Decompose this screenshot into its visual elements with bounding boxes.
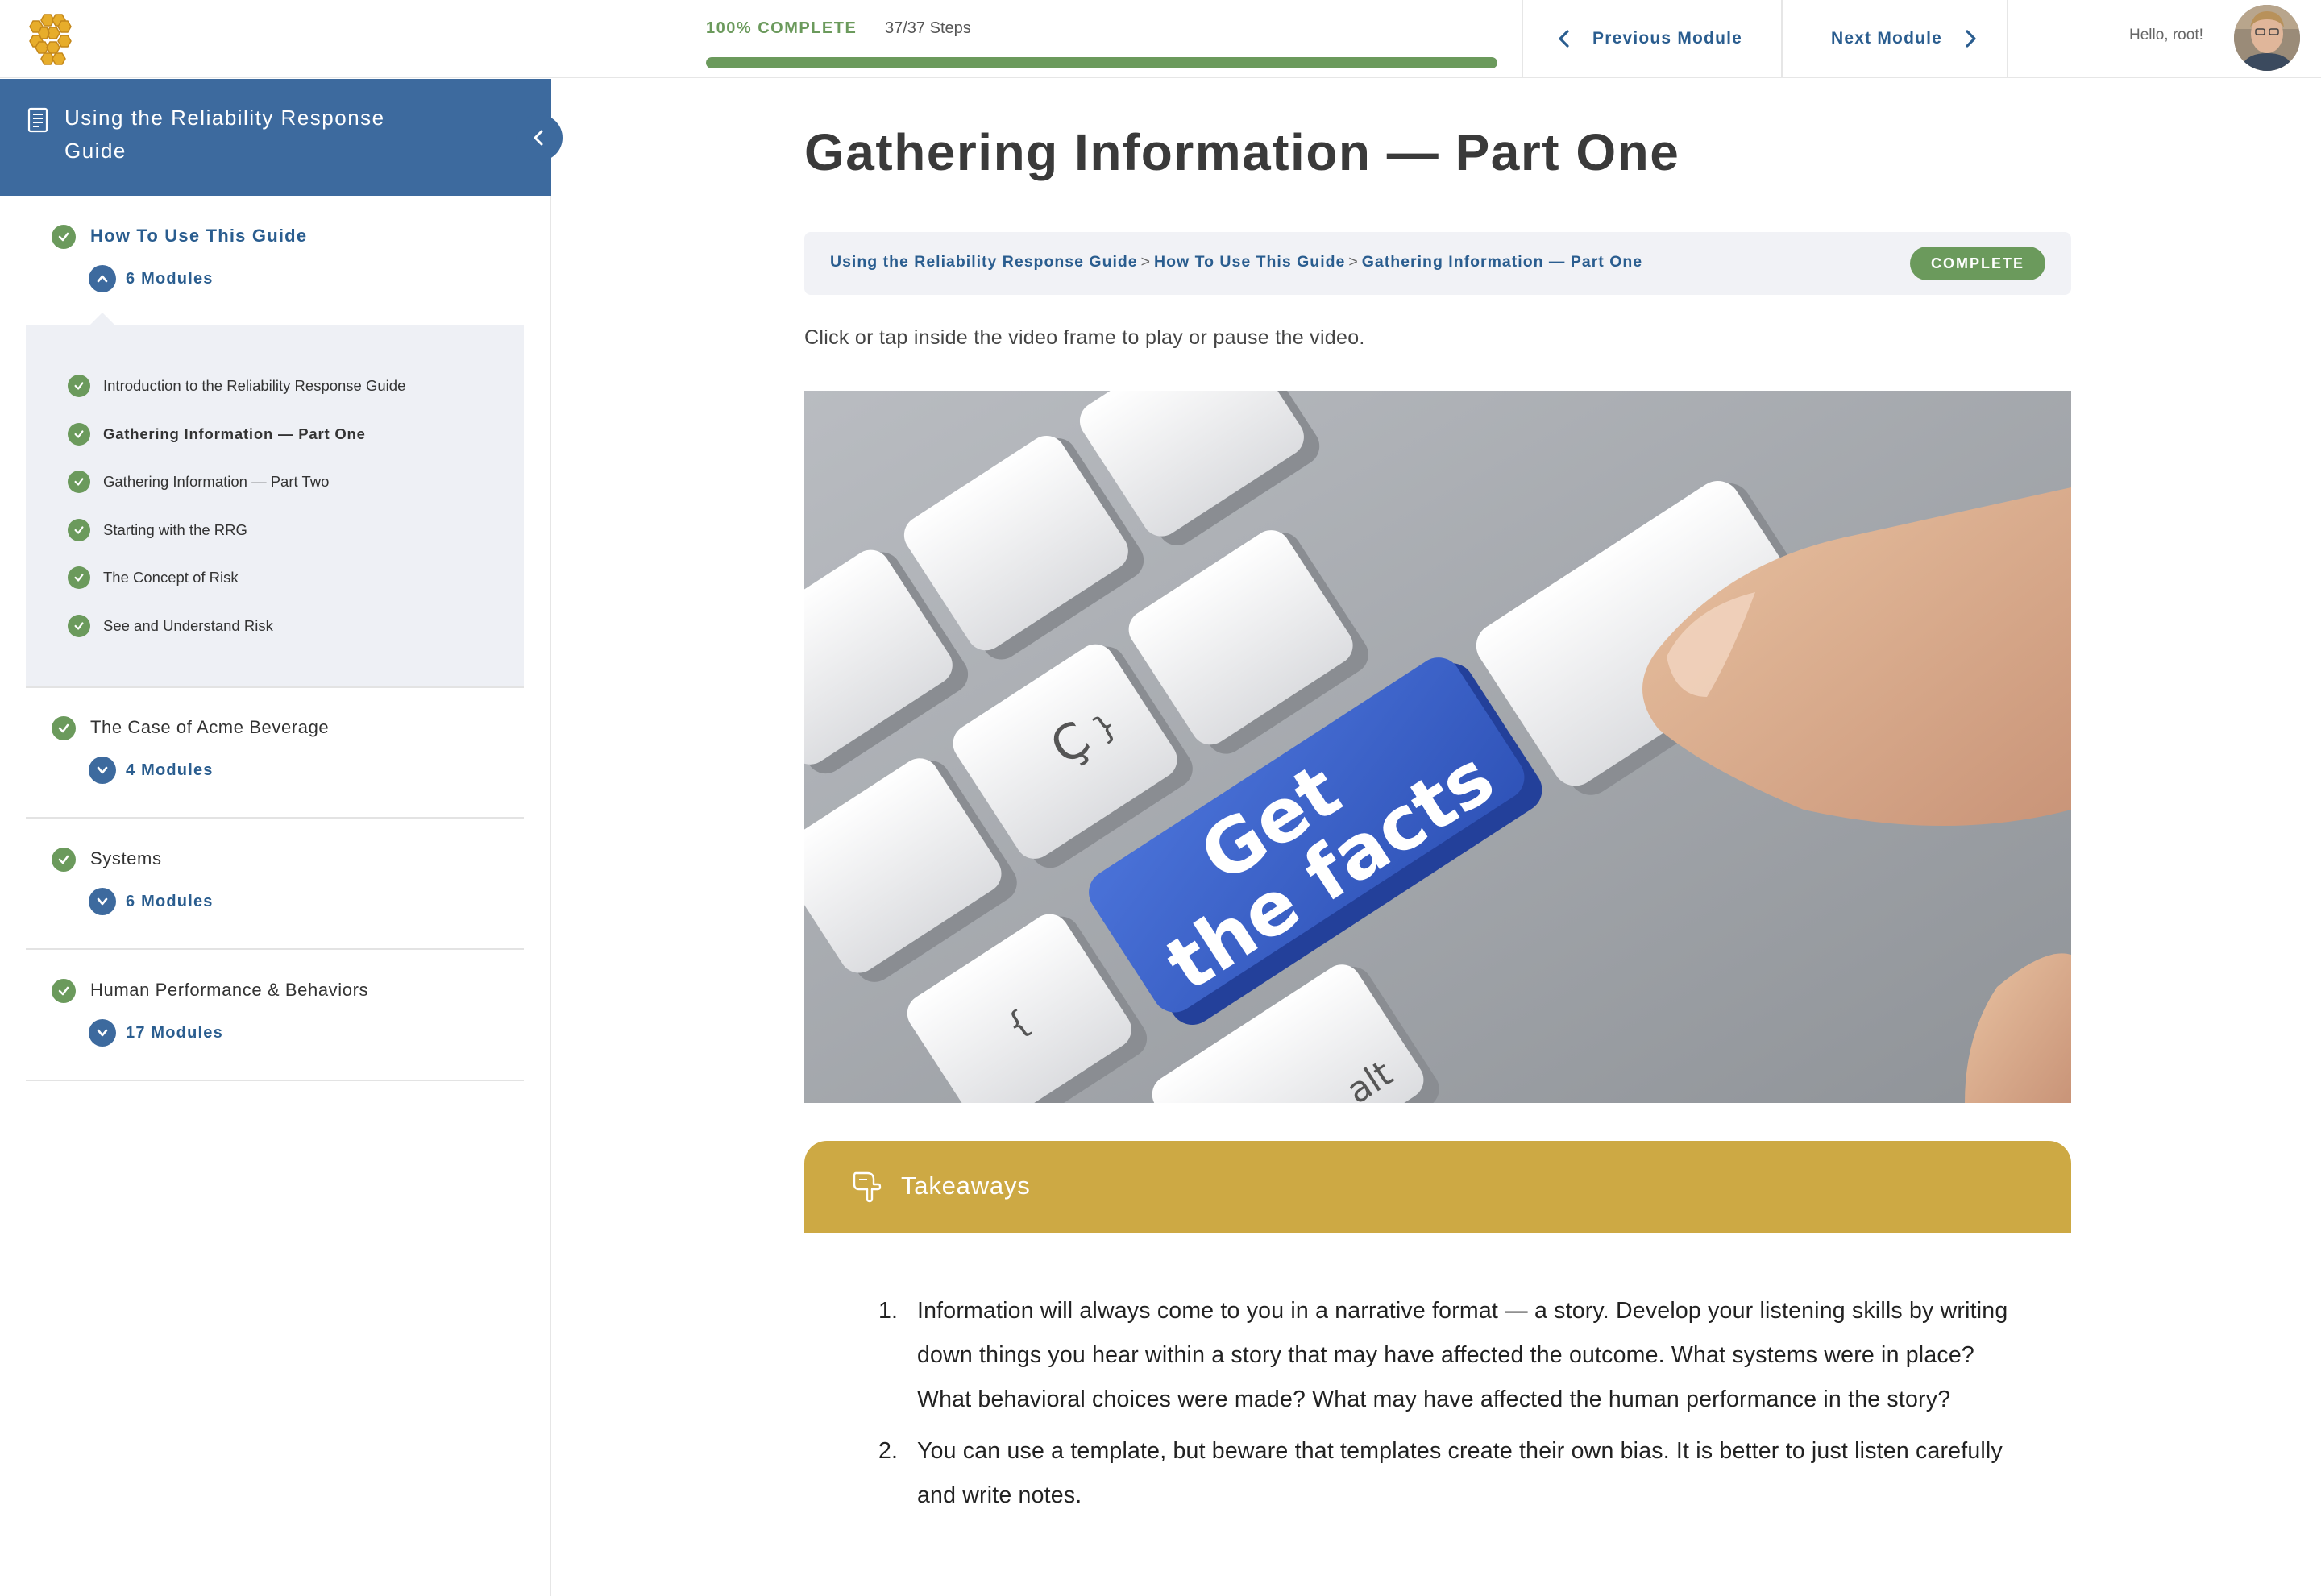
topic-item[interactable]: See and Understand Risk [68, 614, 273, 638]
course-sidebar: Using the Reliability Response Guide How… [0, 79, 563, 1596]
course-title: Using the Reliability Response Guide [64, 106, 385, 163]
progress-bar-fill [706, 57, 1497, 68]
topic-complete-check-icon [68, 375, 90, 397]
document-icon [27, 107, 48, 133]
topic-label: Gathering Information — Part Two [103, 473, 330, 490]
video-thumbnail-keyboard: Ç } { Get the facts alt ctrl [804, 391, 2071, 1103]
lesson-complete-check-icon [52, 848, 76, 872]
lesson-divider [26, 817, 524, 819]
breadcrumb: Using the Reliability Response Guide > How… [830, 253, 1642, 272]
chevron-down-icon [89, 757, 116, 784]
lesson-modules-toggle[interactable]: 17 Modules [89, 1019, 223, 1047]
topic-complete-check-icon [68, 423, 90, 446]
topic-complete-check-icon [68, 519, 90, 541]
divider [2007, 0, 2008, 77]
topic-complete-check-icon [68, 471, 90, 493]
course-header[interactable]: Using the Reliability Response Guide [0, 79, 551, 196]
avatar-photo-icon [2234, 5, 2300, 71]
previous-module-button[interactable]: Previous Module [1522, 0, 1781, 77]
topic-label: See and Understand Risk [103, 617, 273, 634]
topic-item[interactable]: Starting with the RRG [68, 518, 247, 542]
lesson-modules-toggle[interactable]: 6 Modules [89, 265, 214, 292]
topic-label: Gathering Information — Part One [103, 425, 366, 442]
lesson-complete-check-icon [52, 979, 76, 1003]
progress-bar [706, 57, 1497, 68]
lesson-complete-check-icon [52, 225, 76, 249]
lesson-divider [26, 686, 524, 688]
lesson-modules-toggle[interactable]: 6 Modules [89, 888, 214, 915]
topic-label: The Concept of Risk [103, 569, 239, 586]
status-badge: COMPLETE [1910, 247, 2045, 280]
next-module-label: Next Module [1831, 29, 1943, 48]
lesson-title-human-performance[interactable]: Human Performance & Behaviors [90, 980, 368, 1001]
collapse-sidebar-button[interactable] [516, 114, 563, 161]
list-item: 2. You can use a template, but beware th… [878, 1429, 2023, 1518]
lesson-title-how-to-use[interactable]: How To Use This Guide [90, 226, 307, 247]
user-greeting: Hello, root! [2129, 27, 2203, 44]
topic-label: Starting with the RRG [103, 521, 247, 538]
top-bar: 100% COMPLETE 37/37 Steps Previous Modul… [0, 0, 2321, 78]
breadcrumb-bar: Using the Reliability Response Guide > How… [804, 232, 2071, 295]
video-frame[interactable]: Ç } { Get the facts alt ctrl [804, 391, 2071, 1103]
breadcrumb-link-course[interactable]: Using the Reliability Response Guide [830, 253, 1138, 271]
chevron-left-icon [534, 130, 543, 146]
lesson-modules-toggle[interactable]: 4 Modules [89, 757, 214, 784]
topic-complete-check-icon [68, 615, 90, 637]
previous-module-label: Previous Module [1592, 29, 1743, 48]
list-item-number: 1. [878, 1298, 899, 1324]
list-item: 1. Information will always come to you i… [878, 1289, 2023, 1422]
takeaways-header: Takeaways [804, 1141, 2071, 1233]
video-instruction: Click or tap inside the video frame to p… [804, 326, 1365, 349]
topic-label: Introduction to the Reliability Response… [103, 377, 406, 394]
chevron-down-icon [89, 888, 116, 915]
module-count: 17 Modules [126, 1023, 223, 1042]
progress-percent-label: 100% COMPLETE [706, 19, 857, 37]
chevron-up-icon [89, 265, 116, 292]
chevron-right-icon [1966, 30, 1976, 48]
module-count: 6 Modules [126, 892, 214, 910]
breadcrumb-current[interactable]: Gathering Information — Part One [1362, 253, 1642, 271]
list-item-number: 2. [878, 1438, 899, 1464]
takeaways-title: Takeaways [901, 1171, 1031, 1200]
page-title: Gathering Information — Part One [804, 123, 1680, 181]
next-module-button[interactable]: Next Module [1783, 0, 2008, 77]
module-count: 4 Modules [126, 761, 214, 779]
progress-steps-label: 37/37 Steps [885, 19, 971, 37]
topic-complete-check-icon [68, 566, 90, 589]
topic-item[interactable]: Gathering Information — Part Two [68, 470, 329, 494]
lesson-divider [26, 1080, 524, 1081]
topic-item[interactable]: Introduction to the Reliability Response… [68, 374, 405, 398]
list-item-text: Information will always come to you in a… [917, 1298, 2008, 1412]
breadcrumb-separator: > [1140, 253, 1152, 271]
module-count: 6 Modules [126, 269, 214, 288]
hand-pointing-icon [853, 1171, 882, 1203]
breadcrumb-link-lesson[interactable]: How To Use This Guide [1154, 253, 1345, 271]
breadcrumb-separator: > [1348, 253, 1359, 271]
chevron-left-icon [1559, 30, 1569, 48]
topic-item[interactable]: The Concept of Risk [68, 566, 239, 590]
topic-panel-notch [89, 313, 116, 326]
list-item-text: You can use a template, but beware that … [917, 1438, 2003, 1508]
takeaways-list: 1. Information will always come to you i… [878, 1289, 2023, 1525]
lesson-title-acme-beverage[interactable]: The Case of Acme Beverage [90, 717, 329, 738]
lesson-complete-check-icon [52, 716, 76, 740]
lesson-divider [26, 948, 524, 950]
user-avatar[interactable] [2234, 5, 2300, 71]
topic-item-current[interactable]: Gathering Information — Part One [68, 422, 366, 446]
lesson-title-systems[interactable]: Systems [90, 848, 162, 869]
chevron-down-icon [89, 1019, 116, 1047]
honeycomb-logo-icon[interactable] [23, 11, 77, 66]
